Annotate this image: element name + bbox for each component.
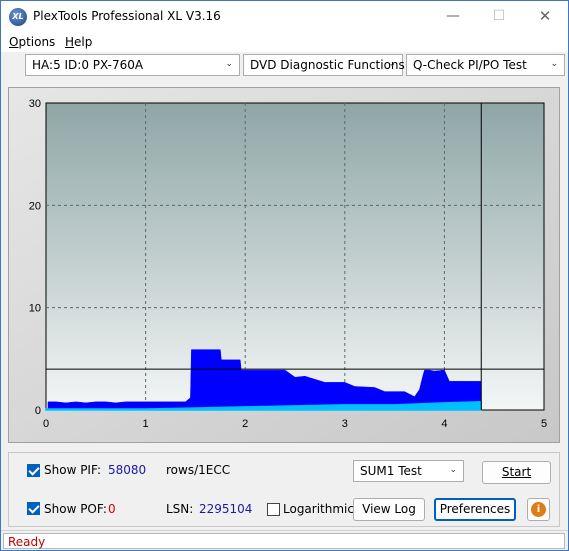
status-bar: Ready: [1, 530, 568, 550]
start-button-label: Start: [501, 465, 532, 479]
control-panel: Show PIF: 58080 rows/1ECC SUM1 Test ⌄ St…: [8, 452, 560, 527]
test-select[interactable]: Q-Check PI/PO Test ⌄: [406, 54, 565, 76]
minimize-icon[interactable]: —: [430, 1, 476, 32]
x-tick-label: 5: [541, 418, 547, 430]
drive-select[interactable]: HA:5 ID:0 PX-760A ⌄: [25, 54, 240, 76]
chart-canvas: 0 10 20 30 0 1 2 3 4 5: [9, 88, 559, 442]
close-icon[interactable]: ✕: [522, 1, 568, 32]
view-log-button[interactable]: View Log: [353, 498, 425, 521]
chevron-down-icon: ⌄: [449, 465, 457, 475]
pi-po-chart: 0 10 20 30 0 1 2 3 4 5: [8, 87, 560, 443]
menu-help-label: elp: [74, 35, 93, 49]
menu-bar: Options Help: [1, 32, 568, 52]
pif-unit: rows/1ECC: [166, 463, 231, 477]
logarithmic-checkbox[interactable]: [267, 503, 280, 516]
drive-select-value: HA:5 ID:0 PX-760A: [32, 58, 144, 72]
menu-help[interactable]: Help: [65, 35, 92, 49]
status-text: Ready: [8, 535, 46, 549]
y-tick-label: 10: [29, 303, 41, 315]
logarithmic-label: Logarithmic: [283, 502, 354, 516]
window-title: PlexTools Professional XL V3.16: [33, 9, 221, 23]
lsn-label: LSN:: [166, 502, 194, 516]
function-select[interactable]: DVD Diagnostic Functions ⌄: [243, 54, 405, 76]
lsn-value: 2295104: [199, 502, 253, 516]
menu-options[interactable]: Options: [9, 35, 55, 49]
title-bar[interactable]: XL PlexTools Professional XL V3.16 — ☐ ✕: [1, 1, 568, 32]
toolbar: HA:5 ID:0 PX-760A ⌄ DVD Diagnostic Funct…: [1, 52, 568, 80]
preferences-button[interactable]: Preferences: [434, 498, 516, 521]
sum-test-select[interactable]: SUM1 Test ⌄: [353, 460, 464, 482]
x-tick-label: 0: [43, 418, 49, 430]
pif-value: 58080: [108, 463, 147, 477]
y-tick-label: 20: [29, 200, 41, 212]
plot-area: [45, 102, 545, 411]
status-panel: Ready: [3, 533, 565, 549]
y-tick-label: 0: [35, 405, 41, 417]
x-tick-label: 3: [342, 418, 348, 430]
y-tick-label: 30: [29, 98, 41, 110]
sum-test-value: SUM1 Test: [360, 464, 422, 478]
x-tick-label: 2: [242, 418, 248, 430]
chevron-down-icon: ⌄: [225, 59, 233, 69]
function-select-value: DVD Diagnostic Functions: [250, 58, 405, 72]
show-pof-label: Show POF:: [44, 502, 107, 516]
maximize-icon[interactable]: ☐: [476, 1, 522, 32]
info-button[interactable]: i: [527, 498, 550, 521]
info-icon: i: [531, 502, 546, 517]
show-pof-checkbox[interactable]: [27, 502, 40, 515]
app-logo-icon: XL: [9, 8, 27, 26]
preferences-label: Preferences: [439, 502, 511, 516]
x-tick-label: 4: [441, 418, 447, 430]
chevron-down-icon: ⌄: [550, 59, 558, 69]
start-button[interactable]: Start: [482, 461, 551, 484]
chevron-down-icon: ⌄: [388, 59, 396, 69]
menu-help-accel: H: [65, 35, 75, 49]
show-pif-label: Show PIF:: [44, 463, 101, 477]
test-select-value: Q-Check PI/PO Test: [413, 58, 527, 72]
view-log-label: View Log: [362, 502, 416, 516]
app-window: XL PlexTools Professional XL V3.16 — ☐ ✕…: [0, 0, 569, 551]
show-pif-checkbox[interactable]: [27, 464, 40, 477]
pof-value: 0: [108, 502, 116, 516]
x-tick-label: 1: [143, 418, 149, 430]
menu-options-label: ptions: [18, 35, 56, 49]
